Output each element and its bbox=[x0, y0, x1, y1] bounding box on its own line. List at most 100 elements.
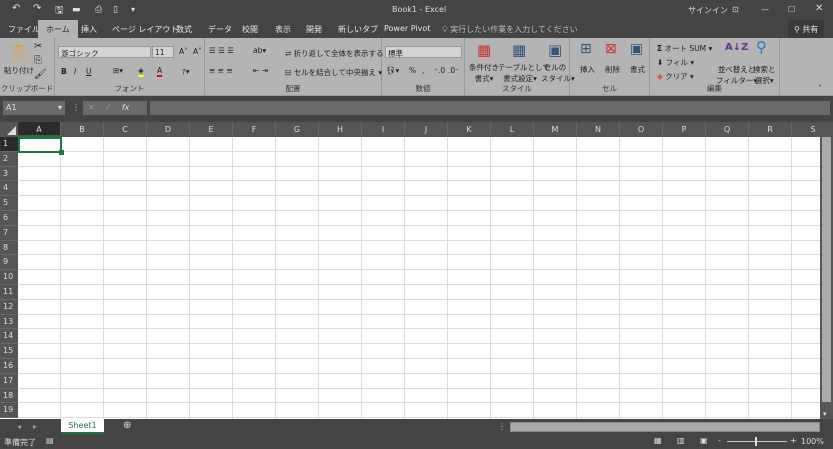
format-painter-icon[interactable]: 🖌︎ bbox=[34, 70, 47, 80]
comma-button[interactable]: , bbox=[422, 66, 424, 75]
print-preview-icon[interactable]: ⎙ bbox=[95, 5, 102, 15]
open-icon[interactable]: ▬ bbox=[72, 5, 81, 15]
increase-decimal-icon[interactable]: ⁺.0 bbox=[434, 66, 445, 75]
column-header-A[interactable]: A bbox=[18, 122, 61, 137]
zoom-slider-thumb[interactable] bbox=[755, 437, 757, 446]
column-header-C[interactable]: C bbox=[104, 122, 147, 137]
fill-handle[interactable] bbox=[59, 150, 64, 155]
row-header-4[interactable]: 4 bbox=[0, 181, 18, 197]
insert-button[interactable]: 挿入 bbox=[580, 64, 595, 75]
row-header-17[interactable]: 17 bbox=[0, 373, 18, 389]
row-header-16[interactable]: 16 bbox=[0, 359, 18, 374]
format-button[interactable]: 書式 bbox=[630, 64, 645, 75]
font-name-select[interactable]: 游ゴシック bbox=[58, 46, 151, 58]
border-icon[interactable]: ⊞▾ bbox=[113, 66, 123, 75]
column-header-R[interactable]: R bbox=[749, 122, 792, 137]
zoom-in-icon[interactable]: + bbox=[790, 436, 797, 445]
zoom-level[interactable]: 100% bbox=[801, 437, 824, 446]
row-header-13[interactable]: 13 bbox=[0, 314, 18, 330]
tab-new[interactable]: 新しいタブ bbox=[338, 24, 378, 35]
formula-input[interactable] bbox=[150, 101, 830, 115]
phonetic-icon[interactable]: ｱ▾ bbox=[182, 66, 190, 77]
page-break-view-icon[interactable]: ▣ bbox=[700, 436, 708, 445]
save-icon[interactable]: 🖫 bbox=[55, 3, 64, 20]
font-size-select[interactable]: 11 bbox=[152, 46, 174, 58]
row-header-19[interactable]: 19 bbox=[0, 403, 18, 419]
fill-button[interactable]: ⬇ フィル ▾ bbox=[657, 57, 694, 68]
row-header-12[interactable]: 12 bbox=[0, 299, 18, 315]
orientation-icon[interactable]: ab▾ bbox=[253, 46, 266, 55]
next-sheet-icon[interactable]: ▸ bbox=[33, 422, 37, 431]
tab-page-layout[interactable]: ページ レイアウト bbox=[112, 24, 178, 35]
format-as-table-button[interactable]: テーブルとして 書式設定▾ bbox=[498, 62, 550, 84]
column-header-E[interactable]: E bbox=[190, 122, 233, 137]
column-header-M[interactable]: M bbox=[534, 122, 577, 137]
undo-icon[interactable]: ↶ bbox=[12, 3, 20, 14]
row-header-5[interactable]: 5 bbox=[0, 196, 18, 211]
paste-icon[interactable]: 📋︎ bbox=[8, 44, 28, 60]
underline-button[interactable]: U bbox=[86, 67, 92, 76]
font-color-icon[interactable]: A bbox=[157, 66, 163, 77]
bold-button[interactable]: B bbox=[61, 67, 67, 76]
tab-developer[interactable]: 開発 bbox=[306, 24, 322, 35]
currency-icon[interactable]: 💱︎▾ bbox=[386, 66, 399, 75]
row-header-10[interactable]: 10 bbox=[0, 270, 18, 285]
select-all-button[interactable] bbox=[0, 122, 18, 137]
maximize-icon[interactable]: ☐ bbox=[788, 5, 795, 14]
fill-color-icon[interactable]: ◈ bbox=[138, 66, 144, 77]
tab-data[interactable]: データ bbox=[208, 24, 232, 35]
wrap-text-button[interactable]: ⇌ 折り返して全体を表示する bbox=[285, 48, 383, 59]
macro-record-icon[interactable]: ▤ bbox=[46, 436, 54, 445]
row-header-7[interactable]: 7 bbox=[0, 225, 18, 241]
column-header-F[interactable]: F bbox=[233, 122, 276, 137]
collapse-ribbon-icon[interactable]: ˄ bbox=[818, 84, 822, 93]
indent-icon[interactable]: ⇤ ⇥ bbox=[253, 66, 268, 75]
tell-me-search[interactable]: 💡︎ 実行したい作業を入力してください bbox=[442, 24, 578, 35]
column-header-K[interactable]: K bbox=[448, 122, 491, 137]
column-header-P[interactable]: P bbox=[663, 122, 706, 137]
column-header-H[interactable]: H bbox=[319, 122, 362, 137]
tab-file[interactable]: ファイル bbox=[8, 24, 40, 35]
prev-sheet-icon[interactable]: ◂ bbox=[17, 422, 21, 431]
new-icon[interactable]: ▯ bbox=[113, 5, 118, 15]
column-header-Q[interactable]: Q bbox=[706, 122, 749, 137]
normal-view-icon[interactable]: ▦ bbox=[654, 436, 662, 445]
number-format-select[interactable]: 標準 bbox=[385, 46, 462, 58]
grow-font-icon[interactable]: A˄ bbox=[179, 47, 188, 56]
scrollbar-thumb[interactable] bbox=[822, 137, 831, 402]
customize-icon[interactable]: ▾ bbox=[131, 5, 135, 14]
clear-button[interactable]: ◆ クリア ▾ bbox=[657, 71, 694, 82]
cut-icon[interactable]: ✂ bbox=[34, 42, 42, 52]
zoom-out-icon[interactable]: - bbox=[718, 436, 721, 445]
splitter-icon[interactable]: ⋮ bbox=[498, 422, 506, 431]
cell-styles-button[interactable]: セルの スタイル▾ bbox=[541, 62, 575, 84]
sheet-tab-sheet1[interactable]: Sheet1 bbox=[61, 419, 104, 434]
insert-function-button[interactable]: fx bbox=[122, 103, 130, 112]
add-sheet-icon[interactable]: ⊕ bbox=[123, 420, 131, 431]
page-layout-view-icon[interactable]: ▥ bbox=[677, 436, 685, 445]
row-header-14[interactable]: 14 bbox=[0, 329, 18, 345]
column-header-S[interactable]: S bbox=[792, 122, 820, 137]
tab-insert[interactable]: 挿入 bbox=[81, 24, 97, 35]
merge-center-button[interactable]: ⊟ セルを結合して中央揃え ▾ bbox=[285, 67, 382, 78]
row-header-6[interactable]: 6 bbox=[0, 211, 18, 226]
column-header-I[interactable]: I bbox=[362, 122, 405, 137]
close-icon[interactable]: ✕ bbox=[815, 3, 823, 14]
selected-cell-a1[interactable] bbox=[18, 137, 64, 155]
row-header-9[interactable]: 9 bbox=[0, 255, 18, 271]
percent-button[interactable]: % bbox=[409, 66, 416, 75]
column-header-O[interactable]: O bbox=[620, 122, 663, 137]
more-icon[interactable]: ⋮ bbox=[72, 103, 80, 112]
align-top-icon[interactable]: ☰ ☰ ☰ bbox=[209, 46, 234, 55]
row-header-8[interactable]: 8 bbox=[0, 240, 18, 256]
column-header-D[interactable]: D bbox=[147, 122, 190, 137]
ribbon-display-icon[interactable]: ⊡ bbox=[732, 5, 739, 14]
horizontal-scrollbar[interactable] bbox=[510, 422, 820, 432]
align-left-icon[interactable]: ≡ ≡ ≡ bbox=[209, 66, 233, 75]
name-box[interactable]: A1 ▾ bbox=[3, 101, 65, 115]
row-header-1[interactable]: 1 bbox=[0, 137, 18, 152]
zoom-slider[interactable] bbox=[727, 437, 787, 446]
worksheet-grid[interactable]: A B C D E F G H I J K L M N O P Q R S 1 2 3 4 5 6 7 8 9 10 11 12 13 14 15… bbox=[0, 122, 820, 419]
tab-home[interactable]: ホーム bbox=[38, 20, 78, 38]
scroll-down-icon[interactable]: ▾ bbox=[823, 410, 827, 418]
